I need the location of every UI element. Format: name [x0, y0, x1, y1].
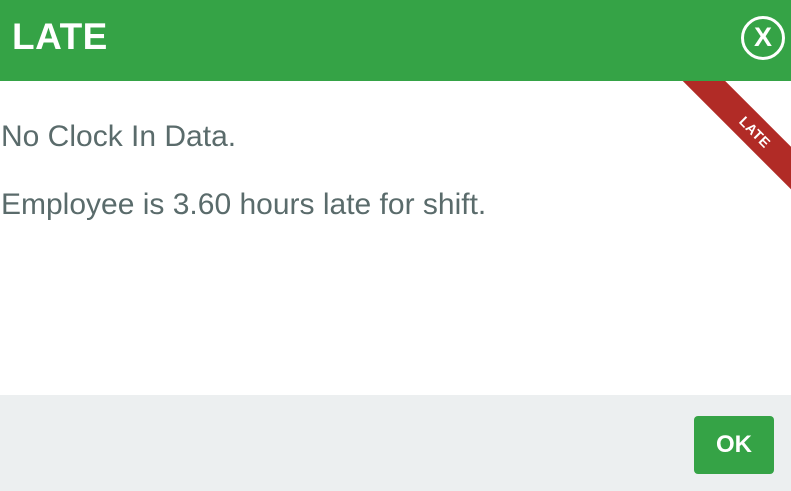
ok-button[interactable]: OK — [694, 416, 774, 474]
dialog-title: LATE — [12, 16, 108, 57]
close-button[interactable]: X — [741, 16, 785, 60]
close-icon: X — [753, 22, 772, 52]
late-hours-message: Employee is 3.60 hours late for shift. — [1, 188, 487, 221]
late-ribbon: LATE — [670, 81, 791, 217]
dialog-header: LATE X — [0, 0, 791, 81]
dialog-body: No Clock In Data. Employee is 3.60 hours… — [0, 81, 791, 395]
late-dialog: LATE X No Clock In Data. Employee is 3.6… — [0, 0, 791, 491]
clock-in-message: No Clock In Data. — [1, 120, 237, 153]
dialog-footer: OK — [0, 395, 791, 491]
